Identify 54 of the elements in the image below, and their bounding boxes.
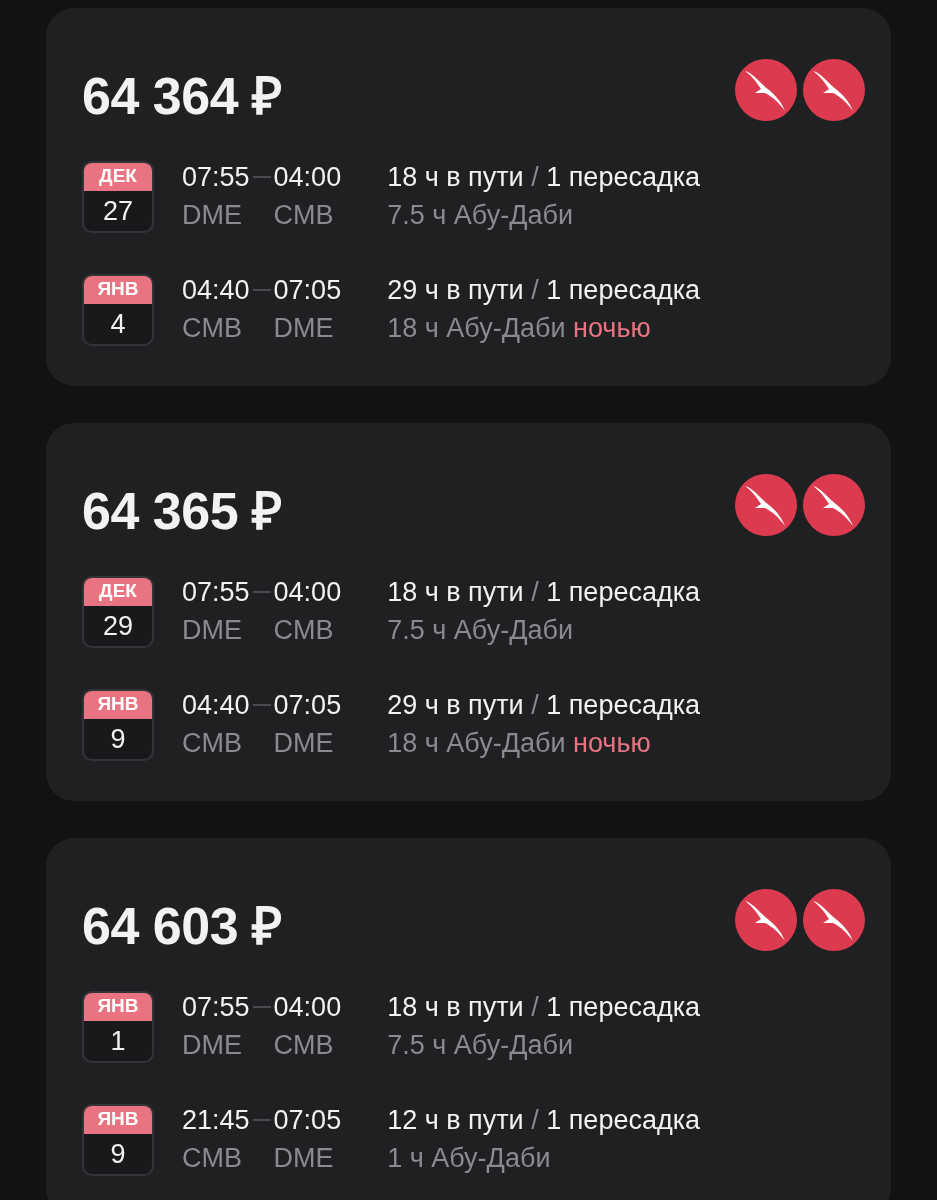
bird-logo-icon — [803, 473, 865, 536]
layover-info: 7.5 ч Абу-Даби — [387, 614, 574, 646]
price: 64 365 ₽ — [82, 481, 282, 542]
arrival-airport: CMB — [273, 199, 335, 231]
offer-card[interactable]: 64 365 ₽ ДЕК 29 07:55 04:00 DME CMB 18 ч в пути / 1 пересадка 7.5 ч Абу-Даби ЯНВ 9 04:40 07:05 CMB DME 29 ч в пути / 1 пересадка 18 ч Абу-Даби ночью — [46, 423, 891, 801]
arrival-time: 04:00 — [273, 991, 342, 1023]
departure-airport: CMB — [182, 727, 243, 759]
departure-airport: CMB — [182, 312, 243, 344]
arrival-airport: DME — [273, 1142, 335, 1174]
arrival-airport: DME — [273, 727, 335, 759]
trip-summary: 29 ч в пути / 1 пересадка — [387, 689, 701, 721]
departure-time: 04:40 — [182, 689, 250, 721]
departure-time: 07:55 — [182, 991, 250, 1023]
departure-airport: DME — [182, 1029, 243, 1061]
departure-airport: DME — [182, 199, 243, 231]
arrival-time: 07:05 — [273, 274, 342, 306]
trip-summary: 18 ч в пути / 1 пересадка — [387, 576, 701, 608]
departure-time: 07:55 — [182, 576, 250, 608]
bird-logo-icon — [735, 473, 797, 536]
arrival-airport: CMB — [273, 1029, 335, 1061]
date-calendar: ДЕК 29 — [82, 576, 154, 648]
price: 64 603 ₽ — [82, 896, 282, 957]
arrival-time: 04:00 — [273, 576, 342, 608]
departure-time: 07:55 — [182, 161, 250, 193]
trip-summary: 12 ч в пути / 1 пересадка — [387, 1104, 701, 1136]
bird-logo-icon — [803, 58, 865, 121]
layover-info: 7.5 ч Абу-Даби — [387, 199, 574, 231]
trip-summary: 18 ч в пути / 1 пересадка — [387, 161, 701, 193]
departure-time: 21:45 — [182, 1104, 250, 1136]
layover-info: 18 ч Абу-Даби ночью — [387, 727, 652, 759]
date-calendar: ДЕК 27 — [82, 161, 154, 233]
arrival-time: 04:00 — [273, 161, 342, 193]
trip-summary: 29 ч в пути / 1 пересадка — [387, 274, 701, 306]
price: 64 364 ₽ — [82, 66, 282, 127]
offer-card[interactable]: 64 603 ₽ ЯНВ 1 07:55 04:00 DME CMB 18 ч в пути / 1 пересадка 7.5 ч Абу-Даби ЯНВ 9 21:45 07:05 CMB DME 12 ч в пути / 1 пересадка 1 ч Абу-Даби — [46, 838, 891, 1200]
departure-airport: CMB — [182, 1142, 243, 1174]
departure-airport: DME — [182, 614, 243, 646]
bird-logo-icon — [735, 58, 797, 121]
trip-summary: 18 ч в пути / 1 пересадка — [387, 991, 701, 1023]
offer-card[interactable]: 64 364 ₽ ДЕК 27 07:55 04:00 DME CMB 18 ч в пути / 1 пересадка 7.5 ч Абу-Даби ЯНВ 4 04:40 07:05 CMB DME 29 ч в пути / 1 пересадка 18 ч Абу-Даби ночью — [46, 8, 891, 386]
layover-info: 18 ч Абу-Даби ночью — [387, 312, 652, 344]
layover-info: 7.5 ч Абу-Даби — [387, 1029, 574, 1061]
arrival-time: 07:05 — [273, 1104, 342, 1136]
date-calendar: ЯНВ 4 — [82, 274, 154, 346]
bird-logo-icon — [803, 888, 865, 951]
layover-info: 1 ч Абу-Даби — [387, 1142, 552, 1174]
arrival-airport: CMB — [273, 614, 335, 646]
departure-time: 04:40 — [182, 274, 250, 306]
date-calendar: ЯНВ 9 — [82, 689, 154, 761]
date-calendar: ЯНВ 1 — [82, 991, 154, 1063]
date-calendar: ЯНВ 9 — [82, 1104, 154, 1176]
bird-logo-icon — [735, 888, 797, 951]
arrival-time: 07:05 — [273, 689, 342, 721]
arrival-airport: DME — [273, 312, 335, 344]
